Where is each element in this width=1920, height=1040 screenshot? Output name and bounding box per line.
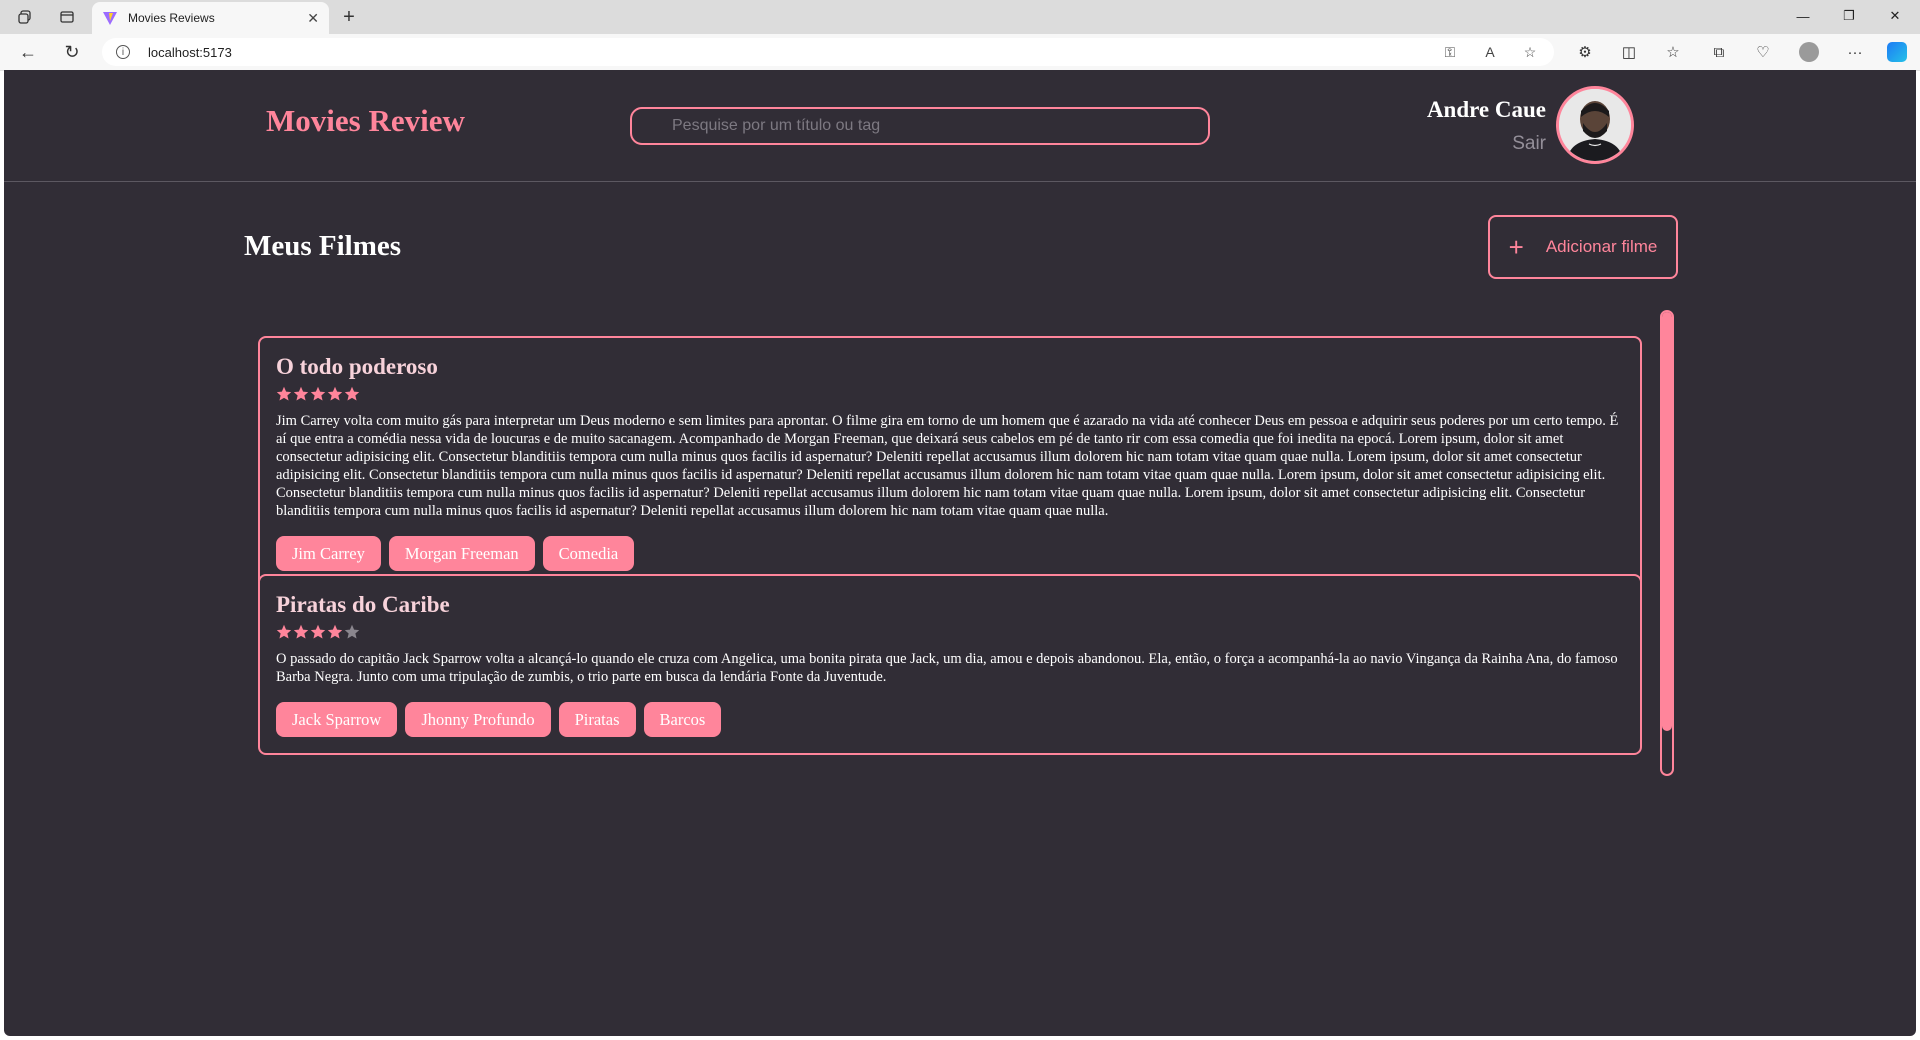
new-tab-button[interactable]: + <box>336 5 362 29</box>
tag[interactable]: Jack Sparrow <box>276 702 398 737</box>
key-icon[interactable]: ⚿ <box>1440 43 1460 61</box>
read-aloud-icon[interactable]: A <box>1480 43 1500 61</box>
plus-icon: + <box>1508 232 1524 262</box>
tag[interactable]: Jim Carrey <box>276 536 381 571</box>
favorite-star-icon[interactable]: ☆ <box>1520 43 1540 61</box>
close-tab-icon[interactable]: ✕ <box>307 10 319 27</box>
tab-title: Movies Reviews <box>128 11 215 25</box>
avatar-photo-icon <box>1559 89 1631 161</box>
copilot-icon[interactable] <box>1884 40 1910 64</box>
star-icon <box>293 624 309 639</box>
tag-list: Jack Sparrow Jhonny Profundo Piratas Bar… <box>276 702 1624 737</box>
tab-actions-icon[interactable] <box>54 5 80 29</box>
movie-list: O todo poderoso Jim Carrey volta com mui… <box>258 326 1650 776</box>
star-icon <box>344 386 360 401</box>
performance-icon[interactable]: ♡ <box>1750 40 1776 64</box>
profile-icon[interactable] <box>1796 40 1822 64</box>
star-icon <box>327 386 343 401</box>
star-icon <box>293 386 309 401</box>
restore-icon[interactable]: ❐ <box>1826 0 1872 32</box>
url-text: localhost:5173 <box>148 44 232 60</box>
browser-toolbar: ← ↻ i localhost:5173 ⚿ A ☆ ⚙ ◫ ☆ ⧉ ♡ ··· <box>0 34 1920 71</box>
page-title: Meus Filmes <box>244 230 402 262</box>
user-name: Andre Caue <box>1426 97 1546 122</box>
brand-logo[interactable]: Movies Review <box>266 103 465 139</box>
tag[interactable]: Morgan Freeman <box>388 536 535 571</box>
app-header: Movies Review Andre Caue Sair <box>4 70 1916 182</box>
star-icon <box>276 624 292 639</box>
minimize-icon[interactable]: — <box>1780 0 1826 32</box>
star-icon <box>310 624 326 639</box>
rating-stars <box>276 624 1624 640</box>
back-icon[interactable]: ← <box>14 40 42 64</box>
site-info-icon[interactable]: i <box>116 45 130 59</box>
movie-description: Jim Carrey volta com muito gás para inte… <box>276 413 1619 519</box>
browser-tab-bar: Movies Reviews ✕ + — ❐ ✕ <box>0 0 1920 34</box>
address-bar[interactable]: i localhost:5173 <box>102 38 1554 66</box>
close-window-icon[interactable]: ✕ <box>1872 0 1918 32</box>
star-icon <box>327 624 343 639</box>
reload-icon[interactable]: ↻ <box>58 40 86 64</box>
tab-movies-reviews[interactable]: Movies Reviews ✕ <box>92 2 329 34</box>
movie-card[interactable]: O todo poderoso Jim Carrey volta com mui… <box>258 336 1642 589</box>
tag[interactable]: Piratas <box>558 702 636 737</box>
movie-description: O passado do capitão Jack Sparrow volta … <box>276 651 1618 685</box>
logout-link[interactable]: Sair <box>1512 133 1546 155</box>
app-viewport: Movies Review Andre Caue Sair Meus Filme… <box>4 70 1916 1036</box>
extensions-icon[interactable]: ⚙ <box>1572 40 1598 64</box>
star-icon <box>344 624 360 639</box>
tag[interactable]: Barcos <box>643 702 722 737</box>
rating-stars <box>276 386 1624 402</box>
tag-list: Jim Carrey Morgan Freeman Comedia <box>276 536 1624 571</box>
star-icon <box>276 386 292 401</box>
add-movie-label: Adicionar filme <box>1545 237 1658 256</box>
favorites-icon[interactable]: ☆ <box>1660 40 1686 64</box>
movie-title: Piratas do Caribe <box>276 592 450 617</box>
scrollbar-thumb[interactable] <box>1662 312 1672 731</box>
search-input[interactable] <box>630 107 1210 145</box>
tag[interactable]: Jhonny Profundo <box>405 702 551 737</box>
workspaces-icon[interactable] <box>12 5 38 29</box>
collections-icon[interactable]: ⧉ <box>1706 40 1732 64</box>
tag[interactable]: Comedia <box>542 536 635 571</box>
split-screen-icon[interactable]: ◫ <box>1616 40 1642 64</box>
movie-card[interactable]: Piratas do Caribe O passado do capitão J… <box>258 574 1642 755</box>
vite-favicon-icon <box>103 12 117 25</box>
star-icon <box>310 386 326 401</box>
user-avatar[interactable] <box>1556 86 1634 164</box>
more-options-icon[interactable]: ··· <box>1842 40 1868 64</box>
movie-title: O todo poderoso <box>276 354 438 379</box>
add-movie-button[interactable]: + Adicionar filme <box>1488 215 1678 279</box>
